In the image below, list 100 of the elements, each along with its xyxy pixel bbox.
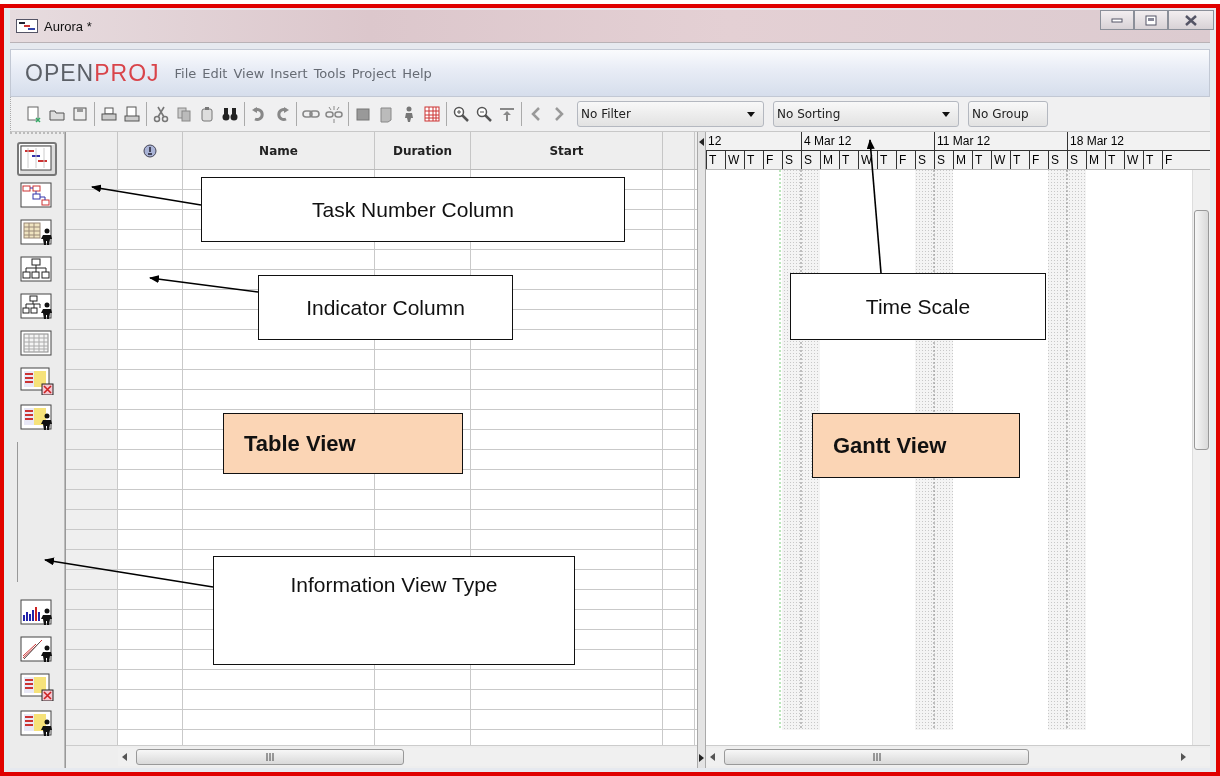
menu-item[interactable]: Project — [348, 63, 400, 83]
menu-item[interactable]: File — [171, 63, 200, 83]
row-number-cell[interactable] — [66, 230, 118, 249]
broken-link-icon[interactable] — [325, 105, 343, 123]
row-number-cell[interactable] — [66, 170, 118, 189]
copy-icon[interactable] — [175, 105, 193, 123]
day-label: T — [972, 151, 991, 169]
menu-item[interactable]: Help — [399, 63, 435, 83]
row-number-cell[interactable] — [66, 490, 118, 509]
row-number-cell[interactable] — [66, 730, 118, 745]
app-logo: OPENPROJ — [25, 59, 160, 87]
row-number-cell[interactable] — [66, 570, 118, 589]
row-number-cell[interactable] — [66, 690, 118, 709]
day-label: T — [1105, 151, 1124, 169]
column-header[interactable]: Name — [183, 132, 375, 169]
close-icon — [1185, 14, 1197, 26]
day-label: T — [839, 151, 858, 169]
dropdown[interactable]: No Filter — [577, 101, 764, 127]
row-number-cell[interactable] — [66, 210, 118, 229]
callout-label: Information View Type — [213, 556, 575, 665]
day-label: T — [1143, 151, 1162, 169]
week-label: 18 Mar 12 — [1067, 132, 1187, 150]
upward-arrow-icon[interactable] — [498, 105, 516, 123]
day-label: T — [877, 151, 896, 169]
row-number-cell[interactable] — [66, 250, 118, 269]
scissors-icon[interactable] — [152, 105, 170, 123]
minimize-button[interactable] — [1100, 10, 1134, 30]
row-number-cell[interactable] — [66, 410, 118, 429]
row-number-cell[interactable] — [66, 270, 118, 289]
day-label: T — [706, 151, 725, 169]
row-number-cell[interactable] — [66, 470, 118, 489]
day-label: F — [763, 151, 782, 169]
new-document-icon[interactable] — [25, 105, 43, 123]
table-cross-icon — [20, 673, 54, 701]
day-label: S — [934, 151, 953, 169]
bar-chart-person-icon — [20, 599, 54, 627]
week-label: 12 — [707, 133, 723, 150]
printer-icon[interactable] — [100, 105, 118, 123]
day-label: M — [953, 151, 972, 169]
table-cross-icon — [20, 367, 54, 395]
dropdown[interactable]: No Sorting — [773, 101, 959, 127]
clipboard-icon[interactable] — [198, 105, 216, 123]
row-number-cell[interactable] — [66, 390, 118, 409]
maximize-icon — [1145, 14, 1157, 26]
row-number-cell[interactable] — [66, 670, 118, 689]
row-number-cell[interactable] — [66, 590, 118, 609]
zoom-out-icon[interactable] — [475, 105, 493, 123]
right-arrow-icon[interactable] — [699, 754, 704, 762]
row-number-cell[interactable] — [66, 550, 118, 569]
row-number-cell[interactable] — [66, 610, 118, 629]
row-number-cell[interactable] — [66, 370, 118, 389]
caret-icon — [747, 111, 755, 117]
row-number-cell[interactable] — [66, 630, 118, 649]
callout-label: Task Number Column — [201, 177, 625, 242]
close-button[interactable] — [1168, 10, 1214, 30]
app-icon — [16, 19, 38, 33]
row-number-cell[interactable] — [66, 310, 118, 329]
day-label: M — [820, 151, 839, 169]
column-header[interactable]: Duration — [375, 132, 471, 169]
row-number-cell[interactable] — [66, 450, 118, 469]
dropdown[interactable]: No Group — [968, 101, 1048, 127]
page-icon[interactable] — [377, 105, 395, 123]
menu-item[interactable]: Insert — [267, 63, 311, 83]
zoom-in-icon[interactable] — [452, 105, 470, 123]
row-number-cell[interactable] — [66, 430, 118, 449]
window-title: Aurora * — [44, 18, 92, 34]
column-header[interactable]: Start — [471, 132, 663, 169]
row-number-cell[interactable] — [66, 350, 118, 369]
row-number-cell[interactable] — [66, 530, 118, 549]
hierarchy-icon — [20, 256, 54, 284]
day-label: W — [1124, 151, 1143, 169]
day-label: W — [725, 151, 744, 169]
info-icon — [143, 143, 157, 158]
row-number-cell[interactable] — [66, 190, 118, 209]
day-label: F — [1162, 151, 1181, 169]
row-number-cell[interactable] — [66, 650, 118, 669]
menu-item[interactable]: Tools — [310, 63, 349, 83]
vertical-scrollbar[interactable] — [1192, 170, 1210, 745]
table-person-icon — [20, 404, 54, 432]
week-label: 4 Mar 12 — [801, 132, 934, 150]
left-arrow-icon[interactable] — [699, 138, 704, 146]
line-chart-person-icon — [20, 636, 54, 664]
row-number-cell[interactable] — [66, 330, 118, 349]
menu-item[interactable]: View — [230, 63, 268, 83]
print-preview-icon[interactable] — [123, 105, 141, 123]
gantt-chart-icon — [20, 145, 54, 173]
document-stack-icon[interactable] — [354, 105, 372, 123]
grip-icon — [871, 753, 882, 761]
row-number-cell[interactable] — [66, 290, 118, 309]
row-number-cell[interactable] — [66, 510, 118, 529]
maximize-button[interactable] — [1134, 10, 1168, 30]
day-label: W — [991, 151, 1010, 169]
table-grid-icon[interactable] — [423, 105, 441, 123]
table-icon — [20, 330, 54, 358]
table-person-icon — [20, 219, 54, 247]
row-number-cell[interactable] — [66, 710, 118, 729]
callout-label: Time Scale — [790, 273, 1046, 340]
binoculars-icon[interactable] — [221, 105, 239, 123]
menu-item[interactable]: Edit — [199, 63, 231, 83]
callout-label: Indicator Column — [258, 275, 513, 340]
